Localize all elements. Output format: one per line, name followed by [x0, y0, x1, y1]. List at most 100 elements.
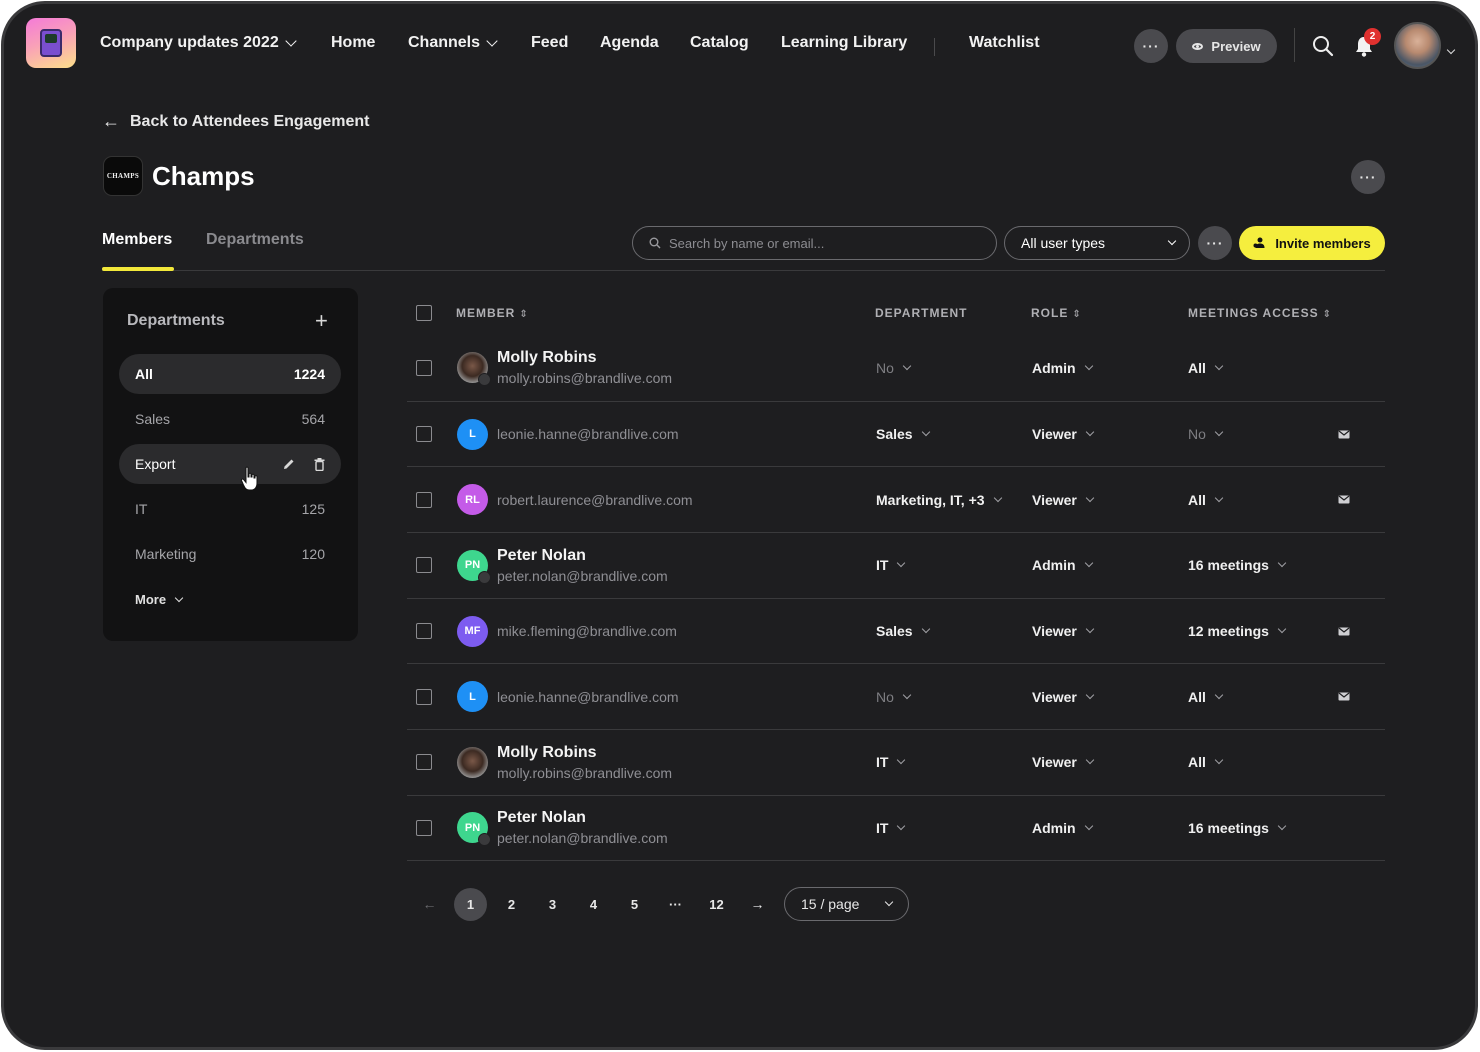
- group-more-button[interactable]: ···: [1351, 160, 1385, 194]
- search-input[interactable]: [669, 235, 969, 251]
- page-button[interactable]: 4: [577, 888, 610, 921]
- column-header-role[interactable]: ROLE ⇕: [1031, 306, 1082, 320]
- department-item-it[interactable]: IT 125: [119, 489, 341, 529]
- row-checkbox[interactable]: [416, 754, 432, 771]
- nav-watchlist[interactable]: Watchlist: [969, 34, 1040, 52]
- app-logo[interactable]: [26, 18, 76, 68]
- trash-icon[interactable]: [314, 457, 325, 471]
- host-badge-icon: [478, 833, 491, 847]
- chevron-down-icon: [174, 593, 184, 602]
- column-header-member[interactable]: MEMBER ⇕: [456, 306, 529, 320]
- meetings-access-dropdown[interactable]: 16 meetings: [1188, 557, 1287, 573]
- row-checkbox[interactable]: [416, 688, 432, 705]
- role-dropdown[interactable]: Viewer: [1032, 754, 1095, 770]
- row-checkbox[interactable]: [416, 426, 432, 443]
- tab-departments[interactable]: Departments: [206, 231, 304, 249]
- meetings-access-dropdown[interactable]: All: [1188, 492, 1224, 508]
- role-dropdown[interactable]: Admin: [1032, 557, 1093, 573]
- nav-catalog[interactable]: Catalog: [690, 34, 749, 52]
- role-dropdown[interactable]: Viewer: [1032, 623, 1095, 639]
- next-page-button[interactable]: →: [741, 888, 774, 921]
- resend-invite-icon[interactable]: [1338, 430, 1350, 439]
- member-email: leonie.hanne@brandlive.com: [497, 426, 679, 443]
- row-checkbox[interactable]: [416, 623, 432, 640]
- nav-channels[interactable]: Channels: [408, 34, 498, 52]
- meetings-access-dropdown[interactable]: 16 meetings: [1188, 820, 1287, 836]
- avatar-initials: L: [469, 690, 476, 703]
- eye-icon: [1192, 42, 1204, 50]
- nav-feed[interactable]: Feed: [531, 34, 568, 52]
- user-type-select[interactable]: All user types: [1004, 226, 1190, 260]
- department-dropdown[interactable]: IT: [876, 820, 906, 836]
- role-dropdown[interactable]: Viewer: [1032, 491, 1095, 508]
- more-options-button[interactable]: ···: [1134, 29, 1168, 63]
- edit-icon[interactable]: [282, 457, 296, 471]
- tab-members[interactable]: Members: [102, 231, 172, 249]
- search-icon[interactable]: [1312, 35, 1334, 57]
- department-item-export[interactable]: Export: [119, 444, 341, 484]
- meetings-access-dropdown[interactable]: All: [1188, 688, 1224, 705]
- page-button[interactable]: 5: [618, 888, 651, 921]
- column-header-meetings-access[interactable]: MEETINGS ACCESS ⇕: [1188, 306, 1332, 320]
- nav-learning-library[interactable]: Learning Library: [781, 34, 907, 52]
- user-avatar[interactable]: [1394, 22, 1441, 69]
- department-dropdown[interactable]: IT: [876, 557, 906, 573]
- department-item-sales[interactable]: Sales 564: [119, 399, 341, 439]
- meetings-access-value: 12 meetings: [1188, 623, 1269, 640]
- invite-members-button[interactable]: Invite members: [1239, 226, 1385, 260]
- departments-more-button[interactable]: More: [135, 592, 184, 607]
- department-dropdown[interactable]: Sales: [876, 426, 930, 442]
- preview-button[interactable]: Preview: [1176, 29, 1277, 63]
- department-item-marketing[interactable]: Marketing 120: [119, 534, 341, 574]
- resend-invite-icon[interactable]: [1338, 495, 1350, 504]
- prev-page-button[interactable]: ←: [413, 888, 446, 921]
- member-info: Molly Robins molly.robins@brandlive.com: [497, 349, 672, 386]
- row-checkbox[interactable]: [416, 491, 432, 508]
- row-checkbox[interactable]: [416, 359, 432, 376]
- meetings-access-dropdown[interactable]: All: [1188, 754, 1224, 770]
- role-value: Viewer: [1032, 688, 1077, 705]
- more-label: More: [135, 592, 167, 607]
- member-avatar: [457, 746, 488, 778]
- back-link[interactable]: ← Back to Attendees Engagement: [102, 111, 369, 132]
- chevron-down-icon: [1084, 559, 1093, 568]
- department-dropdown[interactable]: IT: [876, 754, 906, 770]
- resend-invite-icon[interactable]: [1338, 692, 1350, 701]
- nav-agenda[interactable]: Agenda: [600, 34, 659, 52]
- toolbar-more-button[interactable]: ···: [1198, 226, 1232, 260]
- page-button[interactable]: 3: [536, 888, 569, 921]
- role-dropdown[interactable]: Viewer: [1032, 426, 1095, 442]
- meetings-access-value: All: [1188, 688, 1206, 705]
- member-avatar: RL: [457, 484, 488, 516]
- nav-home[interactable]: Home: [331, 34, 375, 52]
- role-dropdown[interactable]: Admin: [1032, 360, 1093, 376]
- page-button[interactable]: 2: [495, 888, 528, 921]
- page-button[interactable]: 1: [454, 887, 487, 921]
- meetings-access-dropdown[interactable]: 12 meetings: [1188, 623, 1287, 640]
- row-checkbox[interactable]: [416, 819, 432, 836]
- add-department-button[interactable]: +: [315, 310, 328, 332]
- department-label: Marketing: [135, 546, 197, 562]
- pagination-ellipsis[interactable]: ···: [659, 888, 692, 921]
- event-switcher[interactable]: Company updates 2022: [100, 34, 297, 52]
- account-menu-chevron[interactable]: [1446, 40, 1456, 58]
- meetings-access-dropdown[interactable]: No: [1188, 426, 1224, 442]
- page-size-select[interactable]: 15 / page: [784, 887, 909, 921]
- page-button[interactable]: 12: [700, 888, 733, 921]
- role-dropdown[interactable]: Viewer: [1032, 688, 1095, 705]
- meetings-access-dropdown[interactable]: All: [1188, 360, 1224, 376]
- department-dropdown[interactable]: No: [876, 689, 912, 705]
- chevron-down-icon: [921, 427, 930, 437]
- role-dropdown[interactable]: Admin: [1032, 820, 1093, 836]
- sort-icon: ⇕: [519, 309, 529, 320]
- department-dropdown[interactable]: Marketing, IT, +3: [876, 492, 1002, 508]
- member-name: Peter Nolan: [497, 809, 586, 827]
- department-dropdown[interactable]: No: [876, 360, 912, 376]
- department-item-all[interactable]: All 1224: [119, 354, 341, 394]
- department-dropdown[interactable]: Sales: [876, 623, 930, 639]
- select-all-checkbox[interactable]: [416, 305, 432, 321]
- search-field[interactable]: [632, 226, 997, 260]
- row-checkbox[interactable]: [416, 557, 432, 574]
- role-value: Viewer: [1032, 491, 1077, 508]
- resend-invite-icon[interactable]: [1338, 627, 1350, 636]
